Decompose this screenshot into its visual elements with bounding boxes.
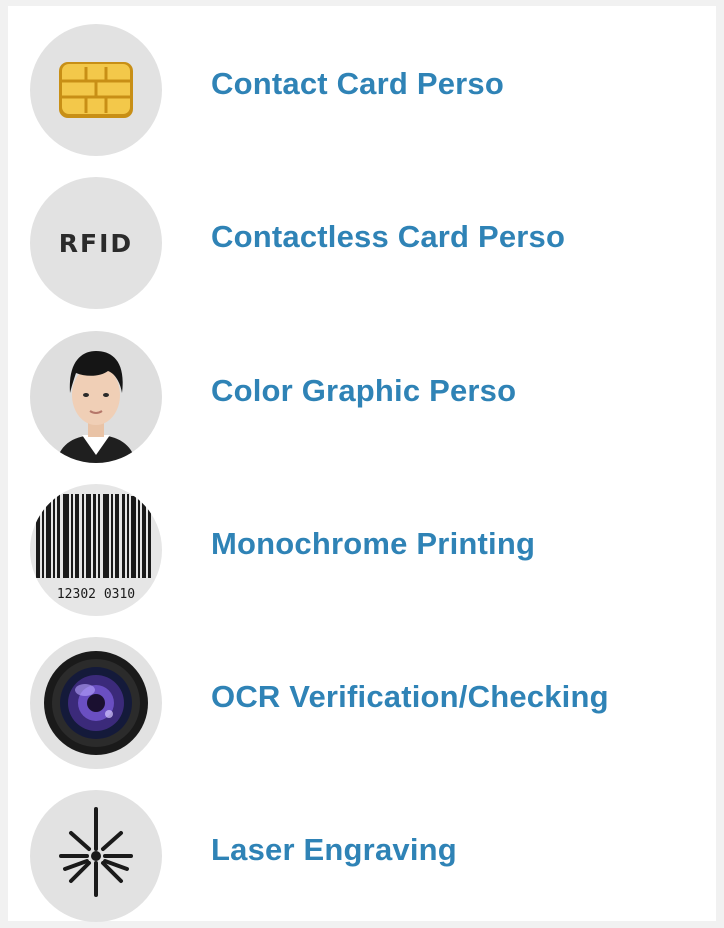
rfid-icon: RFID <box>30 177 162 309</box>
barcode-icon: 12302 0310 <box>30 484 162 616</box>
feature-item-contact-card: Contact Card Perso <box>8 22 716 162</box>
rfid-icon-text: RFID <box>58 228 134 258</box>
feature-label: Contactless Card Perso <box>211 219 566 254</box>
laser-icon <box>30 790 162 922</box>
portrait-icon <box>30 331 162 463</box>
camera-lens-icon <box>30 637 162 769</box>
chip-icon <box>30 24 162 156</box>
feature-label: Laser Engraving <box>211 832 457 867</box>
feature-item-contactless-card: RFID Contactless Card Perso <box>8 175 716 315</box>
feature-item-color-graphic: Color Graphic Perso <box>8 329 716 469</box>
barcode-number: 12302 0310 <box>57 587 135 602</box>
feature-label: OCR Verification/Checking <box>211 679 609 714</box>
feature-item-laser-engraving: Laser Engraving <box>8 788 716 928</box>
feature-label: Color Graphic Perso <box>211 373 517 408</box>
feature-label: Contact Card Perso <box>211 66 504 101</box>
feature-item-monochrome-printing: 12302 0310 Monochrome Printing <box>8 482 716 622</box>
feature-list: Contact Card Perso RFID Contactless Card… <box>8 6 716 922</box>
feature-item-ocr-verification: OCR Verification/Checking <box>8 635 716 775</box>
feature-label: Monochrome Printing <box>211 526 536 561</box>
